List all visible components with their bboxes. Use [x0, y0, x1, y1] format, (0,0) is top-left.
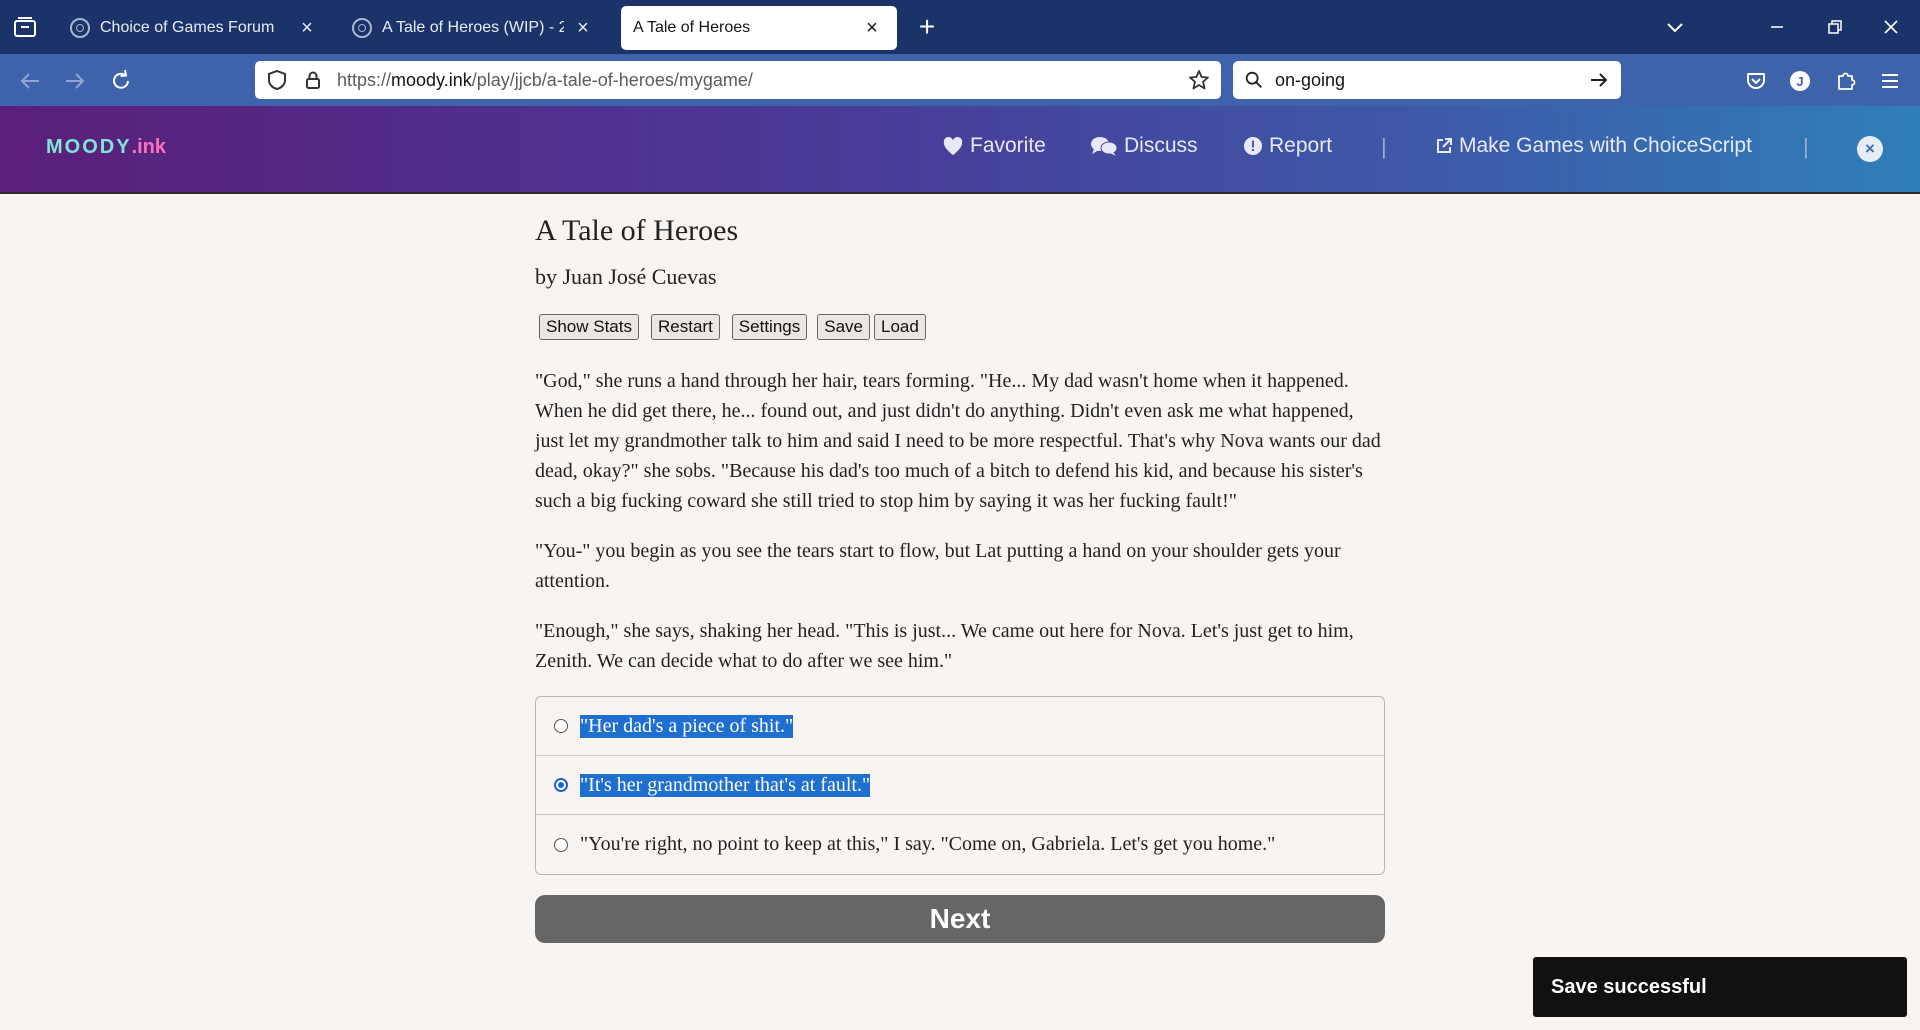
game-toolbar: Show Stats Restart Settings Save Load	[535, 314, 1385, 340]
back-arrow-icon[interactable]	[15, 66, 45, 96]
game-title: A Tale of Heroes	[535, 214, 739, 247]
toast-message: Save successful	[1551, 975, 1707, 998]
search-go-arrow-icon[interactable]	[1587, 68, 1611, 92]
choice-text: "Her dad's a piece of shit."	[580, 714, 794, 738]
tab-title: Choice of Games Forum	[100, 19, 275, 36]
story-paragraph: "Enough," she says, shaking her head. "T…	[535, 620, 1354, 672]
close-game-icon[interactable]: ×	[1857, 136, 1883, 162]
address-bar[interactable]: https://moody.ink/play/jjcb/a-tale-of-he…	[255, 61, 1221, 99]
lock-icon[interactable]	[301, 68, 325, 92]
navigation-toolbar: https://moody.ink/play/jjcb/a-tale-of-he…	[0, 54, 1920, 106]
close-tab-icon[interactable]: ×	[861, 17, 883, 40]
tab-strip: Choice of Games Forum × A Tale of Heroes…	[0, 0, 1920, 54]
choice-option-2[interactable]: "It's her grandmother that's at fault."	[536, 756, 1384, 815]
settings-button[interactable]: Settings	[731, 314, 808, 340]
new-tab-icon[interactable]: +	[912, 12, 942, 42]
account-avatar-icon[interactable]: J	[1787, 68, 1813, 94]
search-input[interactable]: on-going	[1275, 70, 1587, 91]
tab-tale-of-heroes-wip[interactable]: A Tale of Heroes (WIP) - 218k words ×	[338, 6, 608, 50]
close-tab-icon[interactable]: ×	[572, 17, 594, 40]
forum-favicon-icon	[352, 18, 372, 38]
moody-ink-logo[interactable]: MOODY.ink	[46, 136, 166, 159]
choice-option-1[interactable]: "Her dad's a piece of shit."	[536, 697, 1384, 756]
favorite-label: Favorite	[970, 134, 1046, 157]
chat-bubbles-icon	[1091, 137, 1118, 156]
game-author: by Juan José Cuevas	[535, 264, 717, 289]
logo-suffix: .ink	[131, 136, 167, 158]
header-divider: |	[1381, 134, 1387, 159]
discuss-link[interactable]: Discuss	[1090, 134, 1198, 158]
discuss-label: Discuss	[1124, 134, 1198, 157]
save-toast: Save successful	[1533, 957, 1907, 1017]
logo-text: MOODY	[46, 136, 132, 158]
restore-window-icon[interactable]	[1820, 12, 1850, 42]
url-domain: moody.ink	[391, 69, 472, 90]
report-label: Report	[1269, 134, 1333, 157]
heart-icon	[943, 136, 963, 156]
story-paragraph: "God," she runs a hand through her hair,…	[535, 370, 1381, 512]
restart-button[interactable]: Restart	[651, 314, 720, 340]
load-button[interactable]: Load	[873, 314, 926, 340]
forward-arrow-icon[interactable]	[60, 66, 90, 96]
story-paragraph: "You-" you begin as you see the tears st…	[535, 540, 1341, 592]
next-button[interactable]: Next	[535, 895, 1385, 943]
url-scheme: https://	[337, 69, 392, 90]
reload-icon[interactable]	[106, 66, 136, 96]
favorite-link[interactable]: Favorite	[942, 134, 1046, 158]
choice-text: "You're right, no point to keep at this,…	[580, 833, 1276, 855]
close-window-icon[interactable]	[1876, 12, 1906, 42]
close-tab-icon[interactable]: ×	[296, 17, 318, 40]
make-games-label: Make Games with ChoiceScript	[1459, 134, 1752, 157]
hamburger-menu-icon[interactable]	[1877, 68, 1903, 94]
search-bar[interactable]: on-going	[1233, 61, 1621, 99]
tab-overflow-chevron-down-icon[interactable]	[1660, 12, 1690, 42]
shield-icon[interactable]	[265, 68, 289, 92]
choice-radio[interactable]	[554, 719, 568, 733]
site-header: MOODY.ink Favorite Discuss Report | Make…	[0, 106, 1920, 194]
url-path: /play/jjcb/a-tale-of-heroes/mygame/	[471, 69, 753, 90]
report-link[interactable]: Report	[1243, 134, 1332, 158]
choice-text: "It's her grandmother that's at fault."	[580, 773, 871, 797]
pocket-icon[interactable]	[1743, 68, 1769, 94]
story-text: "God," she runs a hand through her hair,…	[535, 366, 1385, 676]
make-games-link[interactable]: Make Games with ChoiceScript	[1435, 134, 1752, 158]
tab-choice-of-games-forum[interactable]: Choice of Games Forum ×	[56, 6, 332, 50]
tab-list-icon[interactable]	[12, 14, 38, 40]
svg-text:J: J	[1796, 74, 1803, 89]
header-divider: |	[1803, 134, 1809, 159]
minimize-icon[interactable]	[1762, 12, 1792, 42]
show-stats-button[interactable]: Show Stats	[539, 314, 639, 340]
external-link-icon	[1437, 138, 1452, 153]
tab-tale-of-heroes[interactable]: A Tale of Heroes ×	[621, 6, 897, 50]
search-icon	[1245, 71, 1262, 88]
tab-title: A Tale of Heroes (WIP) - 218k words	[382, 19, 564, 36]
exclamation-circle-icon	[1244, 137, 1262, 155]
save-button[interactable]: Save	[817, 314, 870, 340]
bookmark-star-icon[interactable]	[1187, 68, 1211, 92]
forum-favicon-icon	[70, 18, 90, 38]
game-content: A Tale of Heroes by Juan José Cuevas Sho…	[535, 194, 1385, 943]
choice-list: "Her dad's a piece of shit." "It's her g…	[535, 696, 1385, 875]
extensions-puzzle-icon[interactable]	[1833, 68, 1859, 94]
url-text[interactable]: https://moody.ink/play/jjcb/a-tale-of-he…	[337, 70, 1187, 91]
tab-title: A Tale of Heroes	[633, 19, 751, 36]
choice-option-3[interactable]: "You're right, no point to keep at this,…	[536, 815, 1384, 874]
choice-radio-selected[interactable]	[554, 778, 568, 792]
choice-radio[interactable]	[554, 837, 568, 852]
